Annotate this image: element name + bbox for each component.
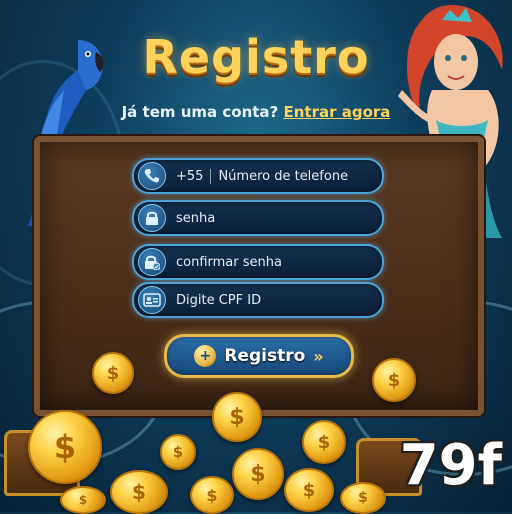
confirm-password-field[interactable]: confirmar senha <box>132 244 384 280</box>
login-link[interactable]: Entrar agora <box>283 103 390 121</box>
double-chevron-right-icon: » <box>313 346 324 366</box>
phone-placeholder: Número de telefone <box>218 168 349 184</box>
login-prompt: Já tem uma conta? Entrar agora <box>0 103 512 121</box>
coin-icon: $ <box>160 434 196 470</box>
coin-icon: $ <box>302 420 346 464</box>
id-card-icon <box>138 286 166 314</box>
coin-icon: $ <box>92 352 134 394</box>
password-field[interactable]: senha <box>132 200 384 236</box>
coin-icon: $ <box>110 470 168 514</box>
register-button[interactable]: + Registro » <box>164 334 354 378</box>
phone-field[interactable]: +55 Número de telefone <box>132 158 384 194</box>
coin-icon: $ <box>28 410 102 484</box>
coin-icon: $ <box>284 468 334 512</box>
cpf-field[interactable]: Digite CPF ID <box>132 282 384 318</box>
coin-icon: $ <box>60 486 106 514</box>
coin-plus-icon: + <box>194 345 217 367</box>
cpf-placeholder: Digite CPF ID <box>176 292 262 308</box>
page-title: Registro <box>142 30 370 84</box>
phone-icon <box>138 162 166 190</box>
confirm-password-placeholder: confirmar senha <box>176 254 282 270</box>
coin-icon: $ <box>340 482 386 514</box>
coin-icon: $ <box>190 476 234 514</box>
password-placeholder: senha <box>176 210 216 226</box>
brand-logo: 79f <box>399 433 502 498</box>
login-prompt-text: Já tem uma conta? <box>121 103 279 121</box>
coin-icon: $ <box>372 358 416 402</box>
lock-check-icon <box>138 248 166 276</box>
country-code[interactable]: +55 <box>176 168 212 184</box>
lock-icon <box>138 204 166 232</box>
coin-icon: $ <box>232 448 284 500</box>
coin-icon: $ <box>212 392 262 442</box>
register-button-label: Registro <box>224 346 306 366</box>
